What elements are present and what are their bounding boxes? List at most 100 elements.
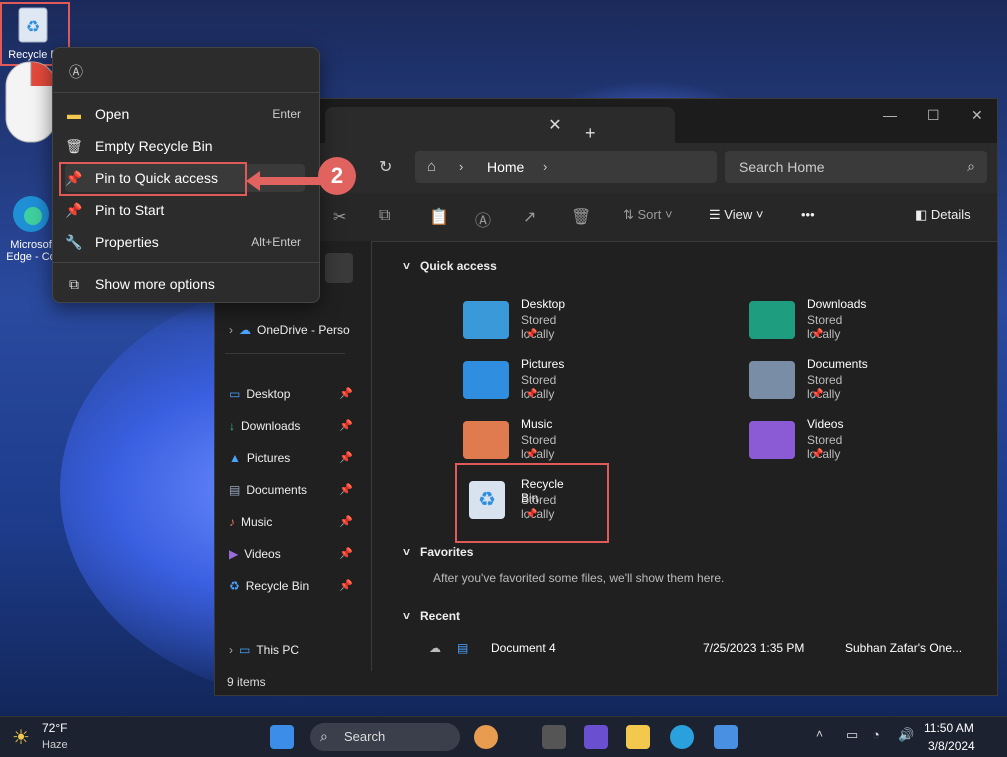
weather-desc: Haze [42, 739, 68, 751]
weather-icon[interactable]: ☀ [12, 725, 30, 750]
wifi-icon[interactable]: ◔ [872, 727, 880, 742]
sort-label: Sort [637, 207, 662, 222]
paste-icon[interactable]: 📋 [429, 207, 449, 227]
minimize-icon[interactable]: — [883, 107, 897, 123]
videos-icon: ▶ [229, 547, 239, 561]
start-icon[interactable] [270, 725, 294, 749]
clock-date[interactable]: 3/8/2024 [928, 739, 975, 753]
section-title: Quick access [420, 259, 497, 273]
volume-icon[interactable]: 🔊 [898, 727, 914, 743]
sidebar-item-label: Downloads [241, 419, 301, 433]
sidebar-item-downloads[interactable]: ↓ Downloads [229, 415, 300, 437]
section-title: Favorites [420, 545, 474, 559]
sidebar-item-label: Pictures [246, 451, 291, 465]
pictures-folder-icon [463, 361, 509, 399]
network-icon[interactable]: ▭ [846, 727, 858, 743]
details-label: Details [930, 207, 971, 222]
refresh-icon[interactable]: ↻ [379, 157, 392, 177]
taskbar-search-label: Search [344, 729, 386, 744]
menu-item-label: Empty Recycle Bin [95, 138, 213, 154]
pin-icon: 📌 [339, 516, 353, 528]
recent-row[interactable]: ☁ ▤ Document 4 7/25/2023 1:35 PM Subhan … [429, 641, 989, 663]
chevron-up-icon[interactable]: ˄ [816, 727, 823, 741]
widgets-icon[interactable] [474, 725, 498, 749]
search-input[interactable]: Search Home ⌕ [725, 151, 987, 183]
chevron-right-icon: › [459, 159, 464, 174]
chevron-right-icon: › [543, 159, 548, 174]
sidebar-item-this-pc[interactable]: › ▭ This PC [229, 639, 299, 661]
chevron-right-icon: › [229, 643, 233, 657]
menu-item-properties[interactable]: 🔧 Properties Alt+Enter [65, 228, 305, 256]
recent-file-location: Subhan Zafar's One... [845, 641, 963, 655]
search-icon: ⌕ [320, 728, 328, 744]
pin-icon: 📌 [811, 389, 824, 400]
item-name: Downloads [807, 297, 867, 311]
cut-icon[interactable]: ✂ [333, 207, 346, 227]
section-favorites[interactable]: ˅ Favorites [403, 545, 473, 559]
menu-item-empty-recycle-bin[interactable]: 🗑 Empty Recycle Bin [65, 132, 305, 160]
callout-arrow-icon [246, 171, 324, 191]
store-icon[interactable] [714, 725, 738, 749]
documents-folder-icon [749, 361, 795, 399]
details-button[interactable]: ◧ Details [915, 207, 971, 223]
sidebar-item-label: Videos [244, 547, 281, 561]
section-quick-access[interactable]: ˅ Quick access [403, 259, 497, 273]
sidebar-item-documents[interactable]: ▤ Documents [229, 479, 307, 501]
sidebar-item-label: Desktop [246, 387, 291, 401]
sidebar-item-onedrive[interactable]: › ☁ OneDrive - Perso [229, 319, 350, 341]
delete-icon[interactable]: 🗑 [571, 207, 591, 227]
taskbar: ☀ 72°F Haze ⌕ Search ˄ ▭ ◔ 🔊 11:50 AM 3/… [0, 716, 1007, 757]
menu-item-show-more[interactable]: ⧉ Show more options [65, 270, 305, 298]
desktop-folder-icon [463, 301, 509, 339]
recent-file-date: 7/25/2023 1:35 PM [703, 641, 805, 655]
explorer-tab[interactable]: ✕ + [325, 107, 675, 143]
share-icon[interactable]: ↗ [523, 207, 536, 227]
close-icon[interactable]: ✕ [971, 107, 983, 124]
pin-icon: 📌 [339, 388, 353, 400]
taskbar-search[interactable]: ⌕ Search [310, 723, 460, 751]
sidebar-item-recycle-bin[interactable]: ♻ Recycle Bin [229, 575, 309, 597]
section-recent[interactable]: ˅ Recent [403, 609, 460, 623]
favorites-empty-text: After you've favorited some files, we'll… [433, 571, 725, 585]
sort-button[interactable]: ⇅ Sort ˅ [623, 207, 673, 223]
task-view-icon[interactable] [542, 725, 566, 749]
menu-item-open[interactable]: ▬ Open Enter [65, 100, 305, 128]
clock-time[interactable]: 11:50 AM [924, 721, 974, 735]
copy-icon[interactable]: ⧉ [379, 207, 390, 225]
sidebar-item-videos[interactable]: ▶ Videos [229, 543, 281, 565]
pin-icon: 📌 [339, 548, 353, 560]
sidebar-item-label: Documents [246, 483, 308, 497]
title-bar: ✕ + — ☐ ✕ [215, 99, 997, 143]
tab-close-icon[interactable]: ✕ [545, 115, 565, 135]
menu-item-accelerator: Enter [272, 107, 301, 121]
search-icon: ⌕ [967, 158, 975, 174]
menu-item-label: Properties [95, 234, 159, 250]
sidebar-item-pictures[interactable]: ▲ Pictures [229, 447, 290, 469]
edge-icon [13, 196, 49, 232]
pin-icon: 📌 [339, 420, 353, 432]
file-explorer-icon[interactable] [626, 725, 650, 749]
view-button[interactable]: ☰ View ˅ [709, 207, 763, 223]
address-bar[interactable]: ⌂ › Home › [415, 151, 717, 183]
rename-icon[interactable]: Ⓐ [69, 62, 83, 82]
pin-icon: 📌 [65, 201, 83, 218]
new-tab-icon[interactable]: + [585, 123, 596, 144]
selected-nav-item[interactable] [325, 253, 353, 283]
maximize-icon[interactable]: ☐ [927, 107, 940, 124]
desktop-icon: ▭ [229, 387, 241, 401]
sidebar-item-music[interactable]: ♪ Music [229, 511, 272, 533]
sidebar-item-desktop[interactable]: ▭ Desktop [229, 383, 290, 405]
more-button[interactable]: ••• [801, 207, 815, 222]
pin-icon: 📌 [339, 580, 353, 592]
breadcrumb[interactable]: Home [487, 159, 524, 175]
edge-icon[interactable] [670, 725, 694, 749]
menu-divider [53, 262, 319, 263]
highlight-box-pin [59, 162, 247, 196]
teams-icon[interactable] [584, 725, 608, 749]
divider [225, 353, 345, 354]
home-icon: ⌂ [427, 158, 437, 175]
menu-item-pin-start[interactable]: 📌 Pin to Start [65, 196, 305, 224]
rename-icon[interactable]: Ⓐ [475, 207, 491, 231]
cloud-icon: ☁ [429, 641, 441, 655]
highlight-box-recycle-bin [455, 463, 609, 543]
